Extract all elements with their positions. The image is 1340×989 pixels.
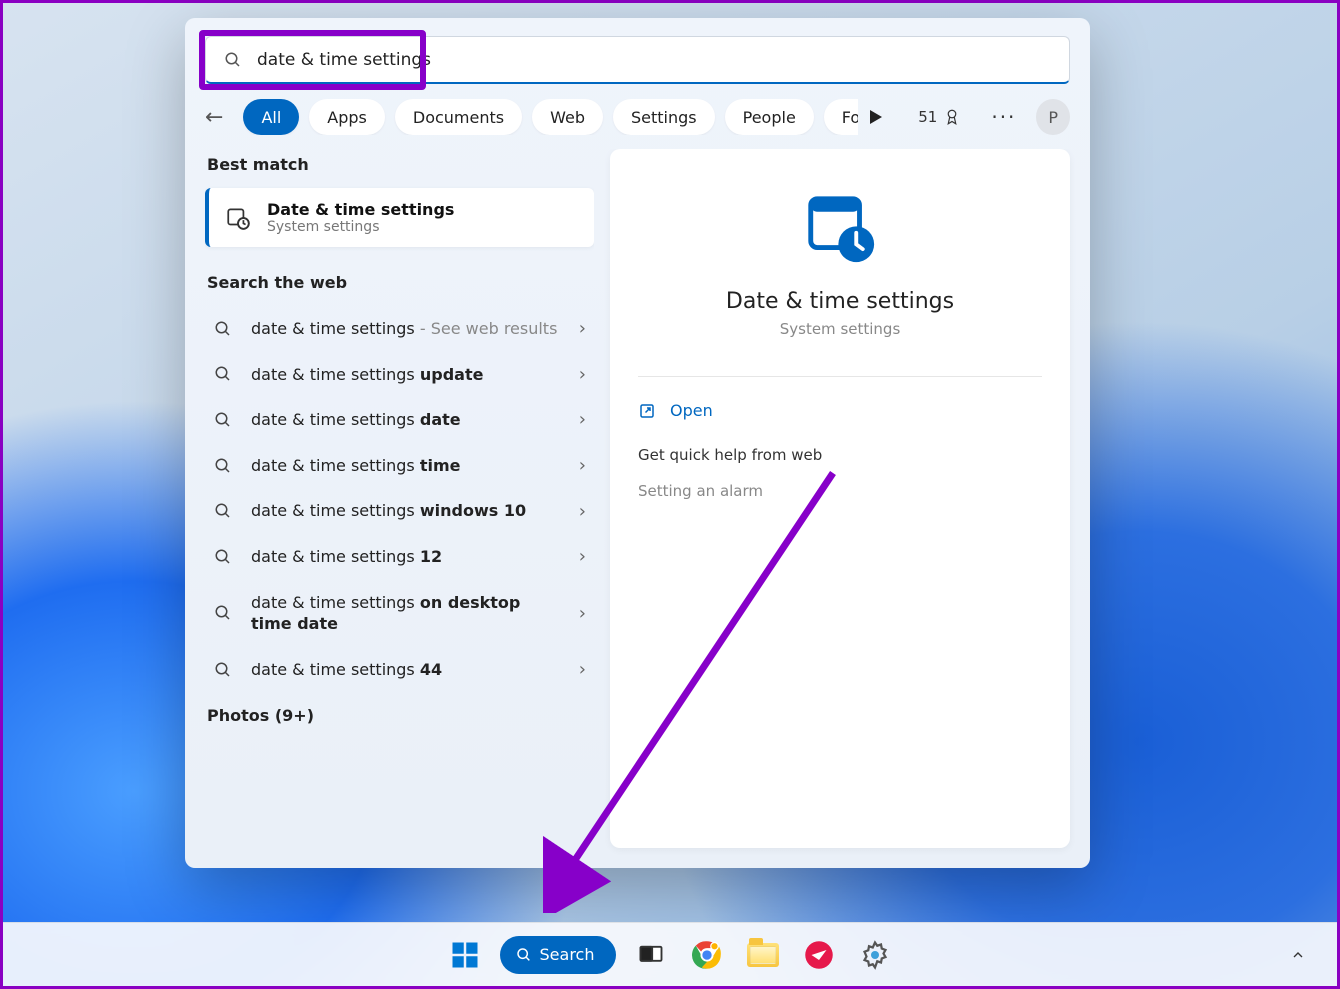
web-result[interactable]: date & time settings time › — [205, 443, 594, 489]
avatar-letter: P — [1048, 108, 1058, 127]
back-icon[interactable]: ← — [205, 105, 233, 130]
detail-pane: Date & time settings System settings Ope… — [610, 149, 1070, 848]
task-view-button[interactable] — [630, 934, 672, 976]
chevron-right-icon: › — [579, 546, 586, 567]
search-icon — [211, 548, 235, 566]
circle-app-icon — [804, 940, 834, 970]
web-result-text: date & time settings time — [251, 455, 563, 477]
start-button[interactable] — [444, 934, 486, 976]
search-icon — [211, 457, 235, 475]
web-result-text: date & time settings windows 10 — [251, 500, 563, 522]
search-icon — [211, 365, 235, 383]
open-button[interactable]: Open — [638, 395, 1042, 436]
search-input[interactable] — [257, 50, 1051, 70]
file-explorer-button[interactable] — [742, 934, 784, 976]
chevron-right-icon: › — [579, 603, 586, 624]
taskbar-search-label: Search — [540, 945, 595, 964]
web-result[interactable]: date & time settings update › — [205, 352, 594, 398]
task-view-icon — [637, 941, 665, 969]
search-icon — [516, 947, 532, 963]
scroll-right-icon[interactable] — [870, 110, 882, 124]
web-header: Search the web — [205, 267, 594, 306]
web-result[interactable]: date & time settings - See web results › — [205, 306, 594, 352]
web-result-text: date & time settings - See web results — [251, 318, 563, 340]
chevron-up-icon — [1290, 947, 1306, 963]
taskbar-search-button[interactable]: Search — [500, 936, 617, 974]
filter-tab-all[interactable]: All — [243, 99, 299, 135]
settings-time-icon — [225, 205, 251, 231]
web-result-text: date & time settings on desktop time dat… — [251, 592, 563, 635]
filter-tab-folde[interactable]: Folde — [824, 99, 858, 135]
rewards-points: 51 — [918, 108, 937, 126]
rewards-button[interactable]: 51 — [908, 108, 971, 126]
filter-tab-documents[interactable]: Documents — [395, 99, 522, 135]
results-column: Best match Date & time settings System s… — [205, 149, 594, 848]
filter-row: ← All Apps Documents Web Settings People Folde… — [185, 99, 1090, 149]
search-icon — [211, 411, 235, 429]
gear-icon — [860, 940, 890, 970]
web-result[interactable]: date & time settings date › — [205, 397, 594, 443]
best-match-title: Date & time settings — [267, 200, 454, 219]
chrome-button[interactable] — [686, 934, 728, 976]
more-options-button[interactable]: ··· — [981, 105, 1026, 129]
best-match-result[interactable]: Date & time settings System settings — [205, 188, 594, 247]
search-icon — [224, 51, 242, 69]
chrome-icon — [692, 940, 722, 970]
web-result[interactable]: date & time settings on desktop time dat… — [205, 580, 594, 647]
web-result[interactable]: date & time settings 12 › — [205, 534, 594, 580]
user-avatar[interactable]: P — [1036, 99, 1070, 135]
chevron-right-icon: › — [579, 455, 586, 476]
app-button-1[interactable] — [798, 934, 840, 976]
search-icon — [211, 502, 235, 520]
search-icon — [211, 320, 235, 338]
chevron-right-icon: › — [579, 659, 586, 680]
chevron-right-icon: › — [579, 364, 586, 385]
photos-header: Photos (9+) — [205, 692, 594, 739]
tray-expand-button[interactable] — [1277, 934, 1319, 976]
search-icon — [211, 604, 235, 622]
detail-subtitle: System settings — [780, 320, 901, 338]
search-box-wrap — [205, 36, 1070, 84]
web-result[interactable]: date & time settings windows 10 › — [205, 488, 594, 534]
search-panel: ← All Apps Documents Web Settings People Folde… — [185, 18, 1090, 868]
web-result[interactable]: date & time settings 44 › — [205, 647, 594, 693]
web-result-text: date & time settings 12 — [251, 546, 563, 568]
search-icon — [211, 661, 235, 679]
filter-tab-people[interactable]: People — [725, 99, 814, 135]
web-result-text: date & time settings update — [251, 364, 563, 386]
search-box[interactable] — [205, 36, 1070, 84]
windows-icon — [450, 940, 480, 970]
quick-help-header: Get quick help from web — [638, 446, 1042, 464]
web-result-text: date & time settings 44 — [251, 659, 563, 681]
best-match-header: Best match — [205, 149, 594, 188]
detail-title: Date & time settings — [726, 289, 954, 314]
open-external-icon — [638, 402, 656, 420]
filter-tab-settings[interactable]: Settings — [613, 99, 715, 135]
detail-datetime-icon — [801, 189, 879, 267]
chevron-right-icon: › — [579, 318, 586, 339]
best-match-subtitle: System settings — [267, 219, 454, 235]
filter-tab-apps[interactable]: Apps — [309, 99, 385, 135]
quick-help-link[interactable]: Setting an alarm — [638, 482, 1042, 500]
divider — [638, 376, 1042, 377]
settings-button[interactable] — [854, 934, 896, 976]
chevron-right-icon: › — [579, 409, 586, 430]
taskbar: Search — [3, 922, 1337, 986]
chevron-right-icon: › — [579, 501, 586, 522]
filter-tab-web[interactable]: Web — [532, 99, 603, 135]
folder-icon — [747, 943, 779, 967]
open-label: Open — [670, 401, 713, 420]
medal-icon — [943, 108, 961, 126]
web-result-text: date & time settings date — [251, 409, 563, 431]
